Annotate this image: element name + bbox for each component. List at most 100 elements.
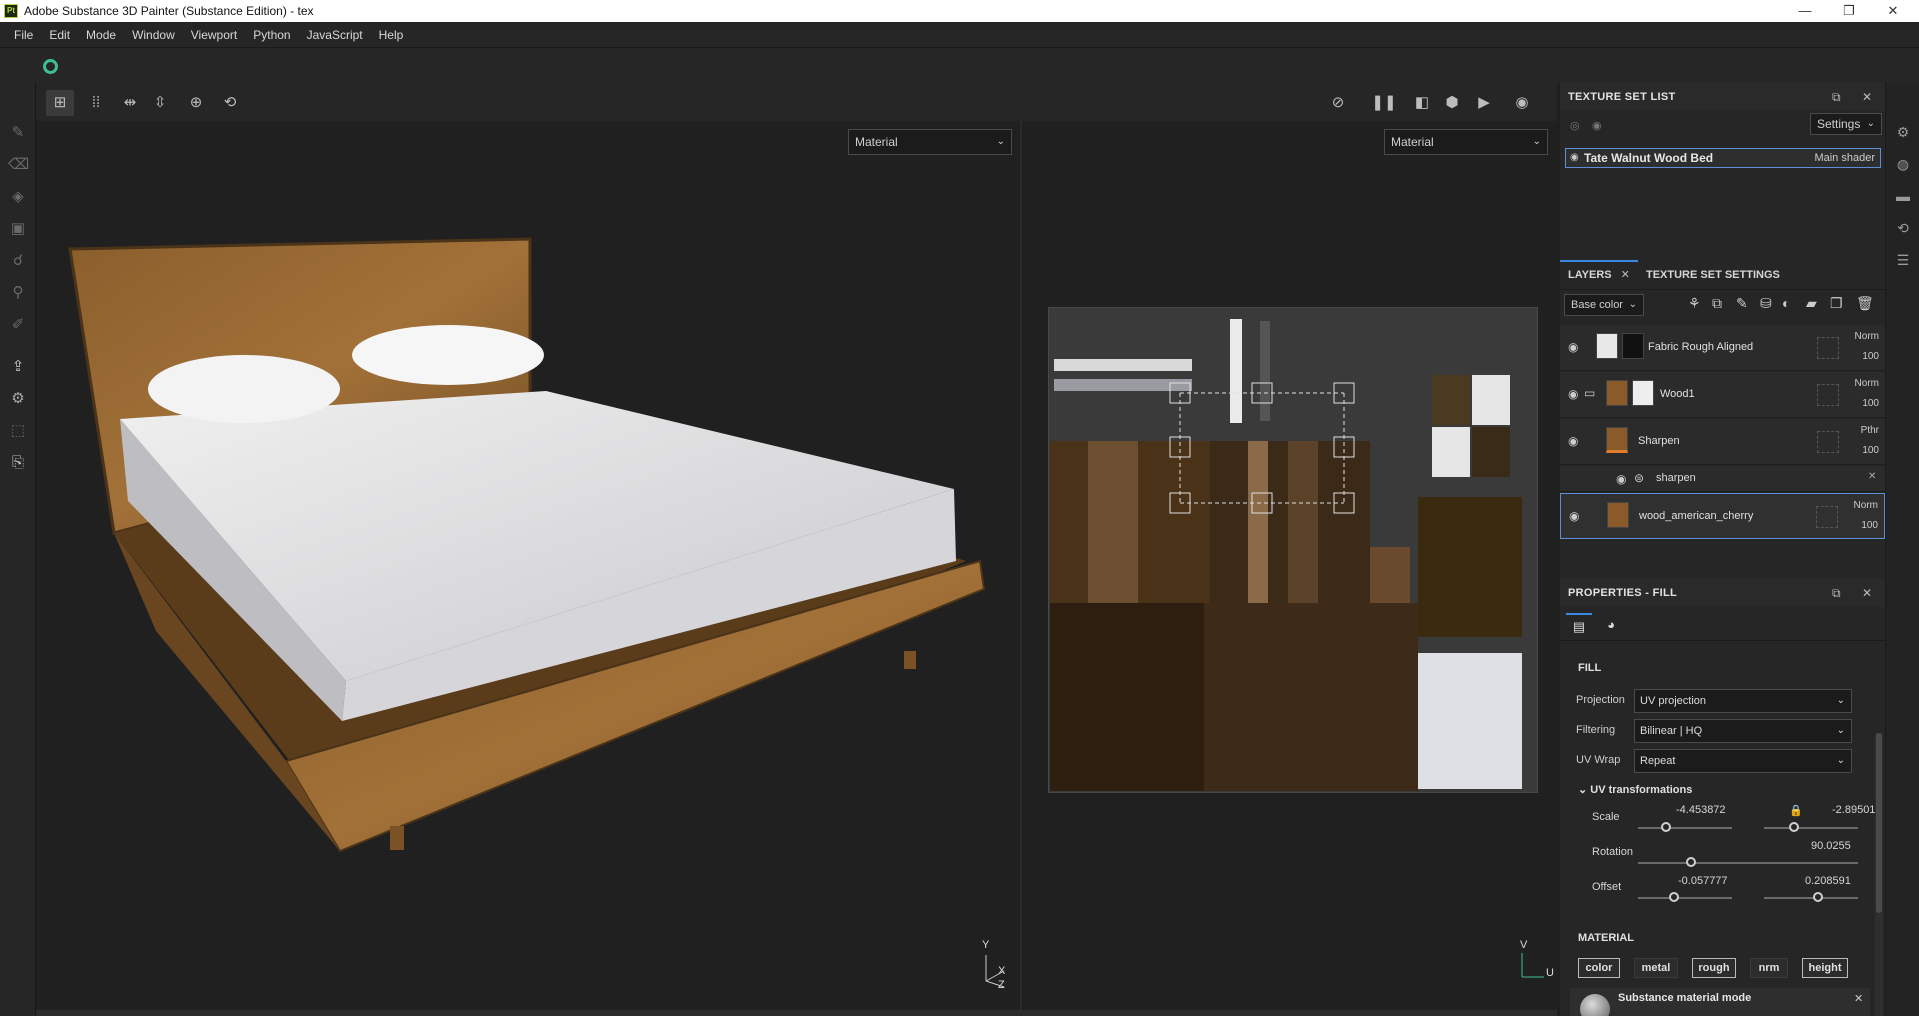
polygon-fill-icon[interactable]: ⬚ — [8, 421, 28, 441]
texture-set-settings-select[interactable]: Settings ⌄ — [1810, 113, 1882, 135]
chip-rough[interactable]: rough — [1692, 958, 1736, 978]
duplicate-layer-icon[interactable]: ❐ — [1830, 295, 1843, 312]
tab-texture-set-settings[interactable]: TEXTURE SET SETTINGS — [1646, 260, 1780, 290]
offset-u-slider[interactable] — [1638, 897, 1732, 899]
offset-u-slider-handle[interactable] — [1669, 892, 1679, 902]
undock-icon[interactable]: ⧉ — [1832, 83, 1841, 111]
effect-row[interactable]: ◉ ⊜ sharpen ✕ — [1560, 466, 1885, 492]
layer-mask-slot[interactable] — [1817, 337, 1839, 359]
menu-javascript[interactable]: JavaScript — [299, 28, 371, 42]
add-frame-icon[interactable]: ⊕ — [182, 90, 210, 116]
visibility-eye-icon[interactable]: ◉ — [1568, 434, 1578, 448]
mirror-y-icon[interactable]: ⇳ — [146, 90, 174, 116]
uvwrap-select[interactable]: Repeat ⌄ — [1634, 749, 1852, 773]
magic-wand-icon[interactable]: ⚘ — [1688, 295, 1701, 312]
hide-ui-icon[interactable]: ⊘ — [1324, 90, 1352, 116]
single-view-icon[interactable]: ⊞ — [46, 90, 74, 116]
rotation-slider-handle[interactable] — [1686, 857, 1696, 867]
projection-select[interactable]: UV projection ⌄ — [1634, 689, 1852, 713]
layer-row[interactable]: ◉ ▭ Wood1 Norm 100 — [1560, 372, 1885, 418]
history-panel-icon[interactable]: ⟲ — [1894, 219, 1912, 237]
projection-icon[interactable]: ◈ — [8, 187, 28, 207]
chip-color[interactable]: color — [1578, 958, 1620, 978]
layer-row[interactable]: ◉ Sharpen Pthr 100 — [1560, 419, 1885, 465]
menu-python[interactable]: Python — [245, 28, 298, 42]
blend-mode[interactable]: Norm — [1854, 500, 1878, 511]
visibility-eye-icon[interactable]: ◉ — [1569, 509, 1579, 523]
visibility-eye-icon[interactable]: ◉ — [1616, 472, 1626, 486]
offset-u-value[interactable]: -0.057777 — [1678, 875, 1728, 887]
rotation-slider[interactable] — [1638, 862, 1858, 864]
viewport-3d[interactable]: Material ⌄ Y X Z — [36, 121, 1021, 1010]
shelf-icon[interactable]: ▬ — [1894, 187, 1912, 205]
color-picker-icon[interactable]: ✐ — [8, 315, 28, 335]
close-panel-icon[interactable]: ✕ — [1862, 579, 1872, 607]
viewport-2d-mode-select[interactable]: Material ⌄ — [1384, 129, 1548, 155]
display-settings-icon[interactable]: ⎘ — [8, 453, 28, 473]
texture-set-row[interactable]: ◉ Tate Walnut Wood Bed Main shader — [1565, 148, 1881, 168]
tab-layers[interactable]: LAYERS ✕ — [1560, 260, 1638, 290]
visibility-eye-icon[interactable]: ◉ — [1568, 340, 1578, 354]
add-mask-icon[interactable]: ◐ — [1782, 295, 1790, 311]
layer-opacity[interactable]: 100 — [1861, 520, 1878, 531]
paint-brush-icon[interactable]: ✎ — [8, 123, 28, 143]
smudge-icon[interactable]: ☌ — [8, 251, 28, 271]
menu-help[interactable]: Help — [371, 28, 412, 42]
menu-mode[interactable]: Mode — [78, 28, 124, 42]
add-paint-layer-icon[interactable]: ✎ — [1736, 295, 1748, 312]
offset-v-value[interactable]: 0.208591 — [1805, 875, 1851, 887]
mirror-x-icon[interactable]: ⇹ — [116, 90, 144, 116]
camera-icon[interactable]: ▶ — [1470, 90, 1498, 116]
layer-opacity[interactable]: 100 — [1862, 445, 1879, 456]
folder-icon[interactable]: ▭ — [1584, 386, 1595, 400]
display-settings-icon[interactable]: ⚙ — [1894, 123, 1912, 141]
undock-icon[interactable]: ⧉ — [1832, 579, 1841, 607]
visibility-eye-icon[interactable]: ◉ — [1568, 387, 1578, 401]
geometry-fill-icon[interactable]: ▣ — [8, 219, 28, 239]
screenshot-icon[interactable]: ◉ — [1508, 90, 1536, 116]
grid-view-icon[interactable]: ⁞⁞ — [82, 90, 110, 116]
chip-nrm[interactable]: nrm — [1750, 958, 1788, 978]
layer-opacity[interactable]: 100 — [1862, 398, 1879, 409]
scale-u-slider-handle[interactable] — [1661, 822, 1671, 832]
properties-scrollbar[interactable] — [1875, 733, 1883, 1016]
scale-v-slider[interactable] — [1764, 827, 1858, 829]
blend-mode[interactable]: Norm — [1855, 378, 1879, 389]
eye-closed-icon[interactable]: ◎ — [1570, 119, 1580, 132]
bake-export-icon[interactable]: ⇪ — [8, 357, 28, 377]
rotation-value[interactable]: 90.0255 — [1811, 840, 1851, 852]
menu-window[interactable]: Window — [124, 28, 183, 42]
menu-file[interactable]: File — [6, 28, 41, 42]
material-sphere-icon[interactable]: ◕ — [1598, 613, 1624, 639]
texture-set-shader[interactable]: Main shader — [1814, 149, 1875, 167]
shader-settings-icon[interactable]: ◍ — [1894, 155, 1912, 173]
menu-viewport[interactable]: Viewport — [183, 28, 245, 42]
layer-mask-slot[interactable] — [1816, 506, 1838, 528]
layer-mask-slot[interactable] — [1817, 431, 1839, 453]
minimize-button[interactable]: — — [1783, 0, 1827, 22]
uv-transformations-toggle[interactable]: ⌄ UV transformations — [1578, 783, 1692, 796]
close-panel-icon[interactable]: ✕ — [1862, 83, 1872, 111]
fill-properties-icon[interactable]: ▤ — [1566, 613, 1592, 639]
layer-mask-slot[interactable] — [1817, 384, 1839, 406]
add-fill-layer-icon[interactable]: ⛁ — [1760, 295, 1772, 312]
remove-effect-icon[interactable]: ✕ — [1868, 471, 1876, 482]
close-tab-icon[interactable]: ✕ — [1621, 269, 1630, 281]
close-material-icon[interactable]: ✕ — [1854, 992, 1863, 1005]
offset-v-slider-handle[interactable] — [1813, 892, 1823, 902]
sync-status-icon[interactable] — [43, 59, 58, 74]
scrollbar-thumb[interactable] — [1876, 733, 1882, 913]
scale-u-value[interactable]: -4.453872 — [1676, 804, 1726, 816]
log-icon[interactable]: ☰ — [1894, 251, 1912, 269]
channel-select[interactable]: Base color ⌄ — [1564, 294, 1644, 316]
add-folder-icon[interactable]: ▰ — [1806, 295, 1817, 312]
pause-icon[interactable]: ❚❚ — [1370, 90, 1398, 116]
layer-row[interactable]: ◉ Fabric Rough Aligned Norm 100 — [1560, 325, 1885, 371]
offset-v-slider[interactable] — [1764, 897, 1858, 899]
lock-icon[interactable]: 🔒 — [1789, 804, 1803, 817]
split-view-icon[interactable]: ◧ — [1408, 90, 1436, 116]
add-effect-icon[interactable]: ⧉ — [1712, 295, 1722, 312]
layer-opacity[interactable]: 100 — [1862, 351, 1879, 362]
visibility-eye-icon[interactable]: ◉ — [1570, 149, 1579, 167]
cube-view-icon[interactable]: ⬢ — [1438, 90, 1466, 116]
